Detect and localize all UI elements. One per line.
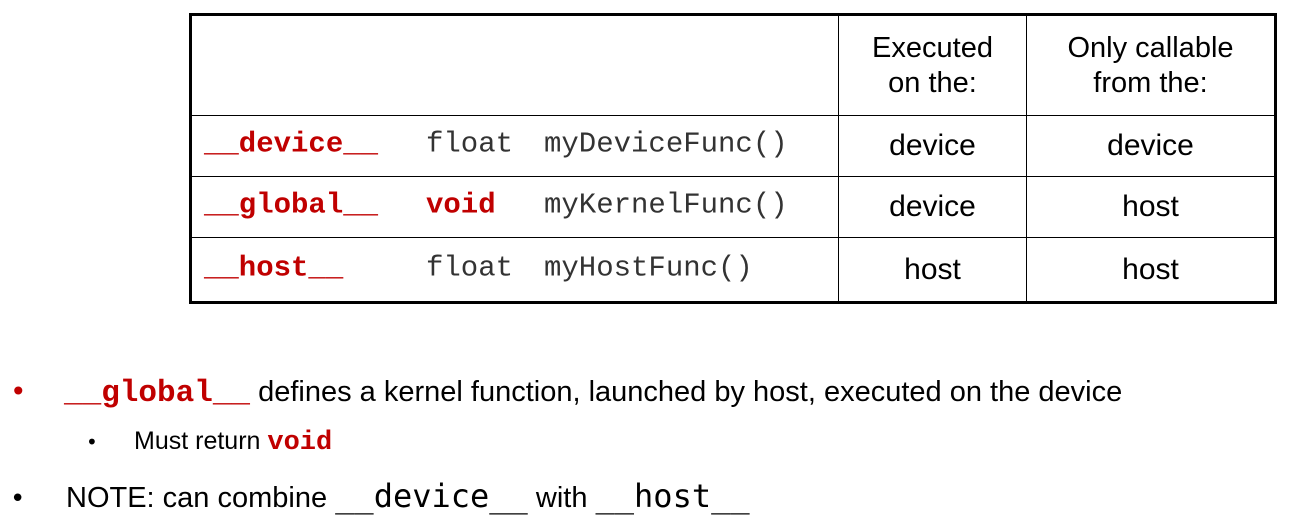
qualifier-keyword: __device__ xyxy=(204,127,379,161)
table-row: __device__ float myDeviceFunc() device d… xyxy=(190,115,1276,177)
function-name: myDeviceFunc() xyxy=(544,127,788,161)
table-row: __global__ void myKernelFunc() device ho… xyxy=(190,176,1276,238)
bullet-marker: • xyxy=(86,430,98,454)
declaration-cell: __device__ float myDeviceFunc() xyxy=(190,115,839,177)
bullet-marker: • xyxy=(10,484,26,514)
function-qualifier-table: Executed on the: Only callable from the:… xyxy=(189,13,1277,304)
table-header-row: Executed on the: Only callable from the: xyxy=(190,14,1276,116)
declaration-cell: __global__ void myKernelFunc() xyxy=(190,176,839,238)
bullet-text: Must return xyxy=(134,427,268,455)
header-callable-from: Only callable from the: xyxy=(1026,14,1276,116)
executed-on-cell: device xyxy=(838,176,1027,238)
function-name: myKernelFunc() xyxy=(544,188,788,222)
global-keyword: __global__ xyxy=(64,376,251,411)
header-empty-cell xyxy=(190,14,839,116)
callable-from-cell: host xyxy=(1026,237,1276,303)
table-row: __host__ float myHostFunc() host host xyxy=(190,237,1276,303)
bullet-text: with xyxy=(527,482,596,514)
qualifier-keyword: __host__ xyxy=(204,251,344,285)
declaration-cell: __host__ float myHostFunc() xyxy=(190,237,839,303)
qualifier-keyword: __global__ xyxy=(204,188,379,222)
executed-on-cell: host xyxy=(838,237,1027,303)
return-type: void xyxy=(426,188,496,222)
header-executed-on: Executed on the: xyxy=(838,14,1027,116)
bullet-marker: • xyxy=(10,375,27,408)
host-keyword: __host__ xyxy=(595,477,750,515)
bullet-text: NOTE: can combine xyxy=(66,482,336,514)
device-keyword: __device__ xyxy=(335,477,528,515)
function-name: myHostFunc() xyxy=(544,251,753,285)
bullet-note-combine: • NOTE: can combine __device__ with __hos… xyxy=(10,475,750,524)
bullet-must-return-void: • Must return void xyxy=(86,423,332,463)
bullet-global-kernel: • __global__ defines a kernel function, l… xyxy=(10,372,1122,414)
return-type: float xyxy=(426,251,514,285)
bullet-text: defines a kernel function, launched by h… xyxy=(250,376,1123,408)
return-type: float xyxy=(426,127,514,161)
void-keyword: void xyxy=(267,428,333,458)
executed-on-cell: device xyxy=(838,115,1027,177)
callable-from-cell: host xyxy=(1026,176,1276,238)
callable-from-cell: device xyxy=(1026,115,1276,177)
